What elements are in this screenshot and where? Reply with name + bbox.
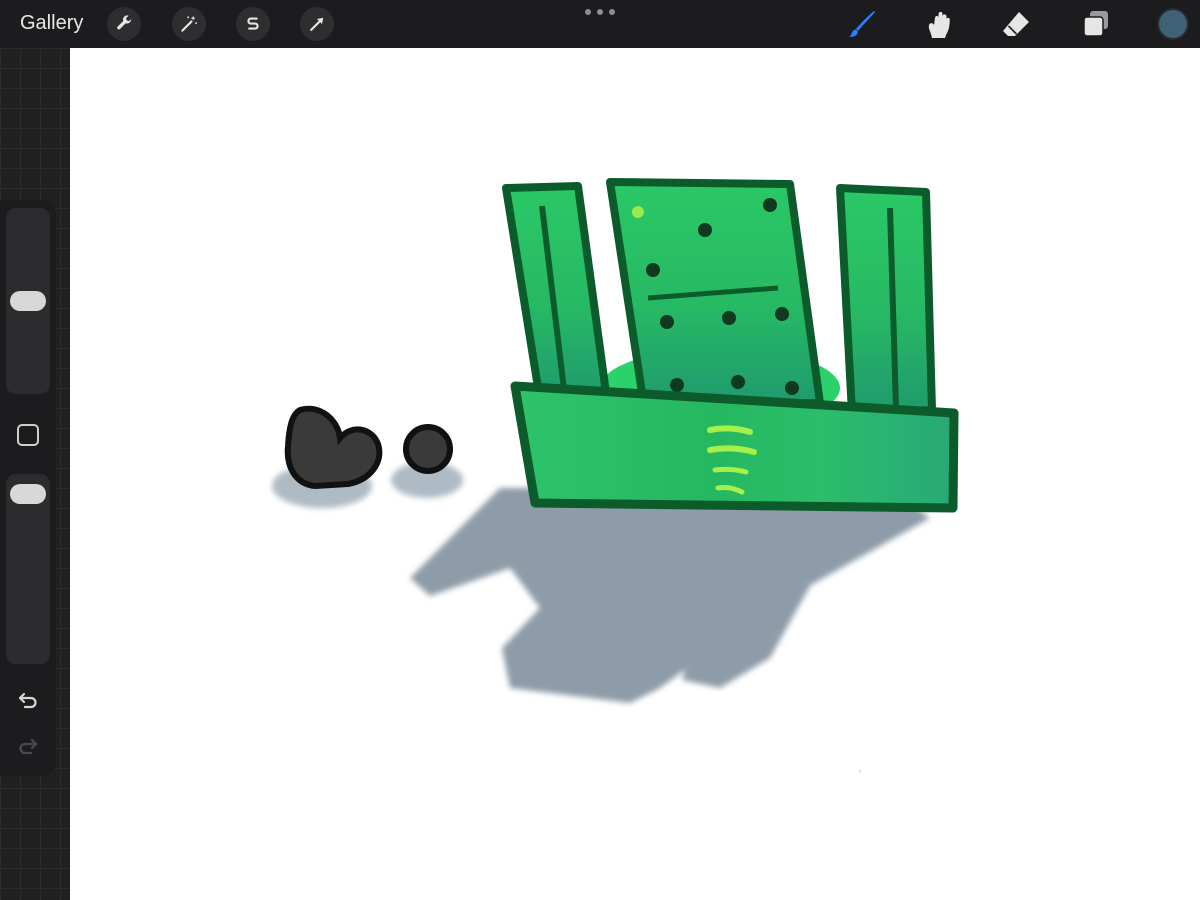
object-shadow [410,488,930,703]
left-pillar [502,182,610,404]
wrench-icon [117,15,132,30]
brush-icon [849,11,875,37]
arrow-transform-icon [310,17,324,31]
eraser-tool-button[interactable] [998,6,1034,42]
drawing-canvas[interactable] [70,48,1200,900]
modify-square-button[interactable] [17,424,39,446]
redo-icon [19,738,38,755]
brush-size-slider[interactable] [6,208,50,394]
gallery-button[interactable]: Gallery [20,12,83,35]
transform-button[interactable] [300,7,334,41]
domino-panel [606,178,824,410]
brush-size-thumb[interactable] [10,291,46,311]
right-pillar [836,184,936,417]
color-picker-swatch[interactable] [1157,8,1189,40]
heart-blob [284,405,383,490]
procreate-app: Gallery [0,0,1200,900]
smudge-icon [928,11,950,38]
undo-button[interactable] [14,686,42,714]
more-options-dots-icon[interactable] [585,6,615,18]
selection-s-icon [247,17,259,30]
layers-button[interactable] [1078,6,1114,42]
brush-tool-button[interactable] [844,6,880,42]
undo-icon [18,692,37,709]
opacity-slider[interactable] [6,474,50,664]
opacity-thumb[interactable] [10,484,46,505]
top-toolbar: Gallery [0,0,1200,48]
redo-button[interactable] [14,732,42,760]
smudge-tool-button[interactable] [920,6,956,42]
small-dot [403,424,453,474]
magic-wand-icon [181,15,197,32]
left-sidebar [0,200,56,776]
artwork [272,178,959,773]
adjustments-button[interactable] [172,7,206,41]
stray-dot [858,769,862,773]
actions-button[interactable] [107,7,141,41]
layers-icon [1083,11,1108,37]
eraser-icon [1003,12,1029,36]
selection-button[interactable] [236,7,270,41]
